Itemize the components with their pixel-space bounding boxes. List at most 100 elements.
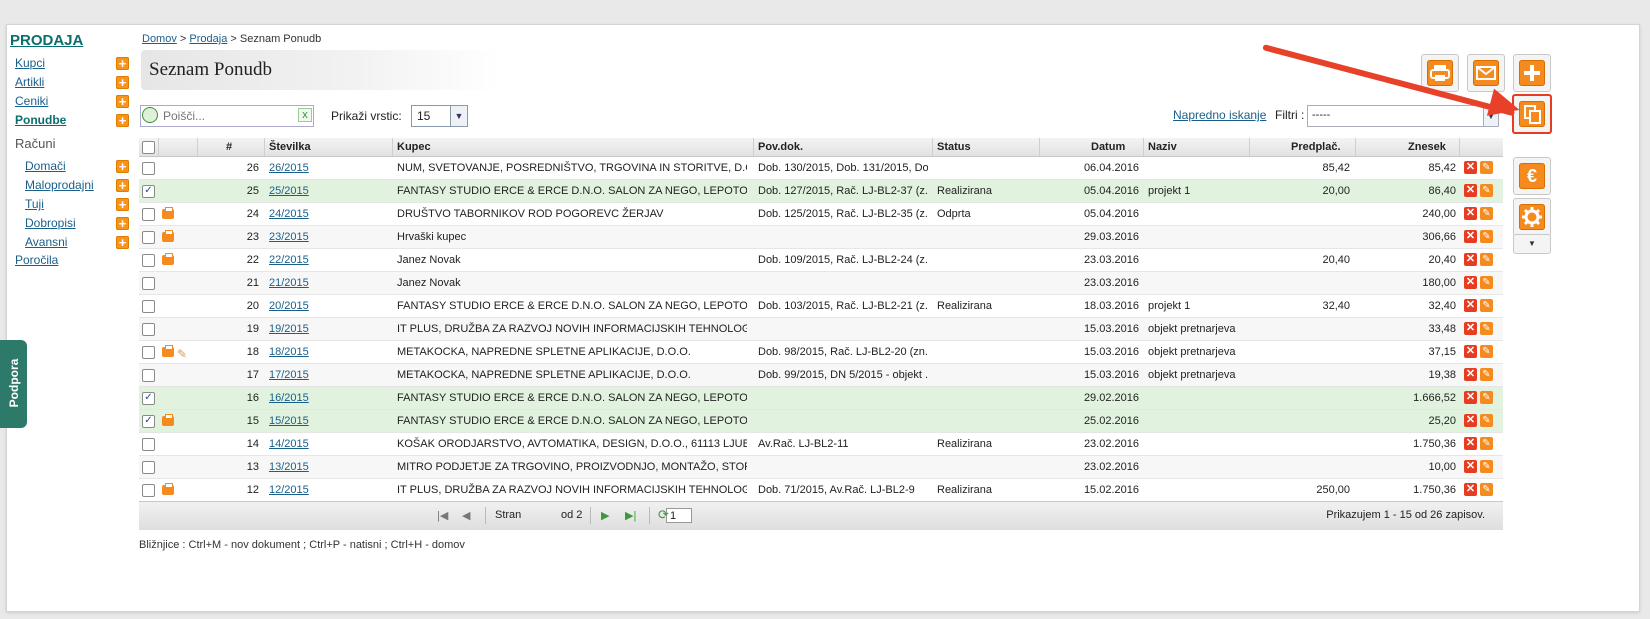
- clear-search-icon[interactable]: x: [298, 108, 312, 122]
- delete-icon[interactable]: ✕: [1464, 414, 1477, 427]
- cell-stevilka[interactable]: 24/2015: [269, 203, 389, 225]
- cell-stevilka[interactable]: 14/2015: [269, 433, 389, 455]
- table-row[interactable]: 14 14/2015 KOŠAK ORODJARSTVO, AVTOMATIKA, …: [139, 433, 1503, 456]
- edit-icon[interactable]: ✎: [1480, 161, 1493, 174]
- add-kupci-icon[interactable]: +: [116, 57, 129, 70]
- cell-stevilka[interactable]: 25/2015: [269, 180, 389, 202]
- search-input[interactable]: [161, 107, 295, 125]
- delete-icon[interactable]: ✕: [1464, 437, 1477, 450]
- delete-icon[interactable]: ✕: [1464, 368, 1477, 381]
- cell-stevilka[interactable]: 21/2015: [269, 272, 389, 294]
- cell-stevilka[interactable]: 26/2015: [269, 157, 389, 179]
- sidebar-item-kupci[interactable]: Kupci: [15, 54, 45, 72]
- col-znesek[interactable]: Znesek: [1408, 141, 1446, 153]
- edit-icon[interactable]: ✎: [1480, 230, 1493, 243]
- add-ceniki-icon[interactable]: +: [116, 95, 129, 108]
- cell-stevilka[interactable]: 13/2015: [269, 456, 389, 478]
- last-page-icon[interactable]: ▶|: [625, 509, 636, 522]
- add-domaci-icon[interactable]: +: [116, 160, 129, 173]
- col-povdok[interactable]: Pov.dok.: [758, 141, 803, 153]
- breadcrumb-prodaja[interactable]: Prodaja: [189, 33, 227, 45]
- sidebar-item-maloprodajni[interactable]: Maloprodajni: [25, 176, 94, 194]
- col-kupec[interactable]: Kupec: [397, 141, 431, 153]
- search-icon[interactable]: [142, 107, 158, 123]
- edit-icon[interactable]: ✎: [1480, 391, 1493, 404]
- sidebar-item-dobropisi[interactable]: Dobropisi: [25, 214, 76, 232]
- delete-icon[interactable]: ✕: [1464, 299, 1477, 312]
- email-button[interactable]: [1467, 54, 1505, 92]
- sidebar-item-artikli[interactable]: Artikli: [15, 73, 44, 91]
- edit-icon[interactable]: ✎: [1480, 253, 1493, 266]
- delete-icon[interactable]: ✕: [1464, 230, 1477, 243]
- col-datum[interactable]: Datum: [1091, 141, 1125, 153]
- sidebar-item-avansni[interactable]: Avansni: [25, 233, 67, 251]
- edit-icon[interactable]: ✎: [1480, 460, 1493, 473]
- col-naziv[interactable]: Naziv: [1148, 141, 1177, 153]
- table-row[interactable]: 22 22/2015 Janez Novak Dob. 109/2015, Rač. …: [139, 249, 1503, 272]
- delete-icon[interactable]: ✕: [1464, 322, 1477, 335]
- delete-icon[interactable]: ✕: [1464, 161, 1477, 174]
- sidebar-item-domaci[interactable]: Domači: [25, 157, 66, 175]
- advanced-search-link[interactable]: Napredno iskanje: [1173, 108, 1266, 122]
- table-row[interactable]: 13 13/2015 MITRO PODJETJE ZA TRGOVINO, PRO…: [139, 456, 1503, 479]
- add-ponudbe-icon[interactable]: +: [116, 114, 129, 127]
- edit-icon[interactable]: ✎: [1480, 207, 1493, 220]
- table-row[interactable]: 23 23/2015 Hrvaški kupec 29.03.2016 306,66 ✕ ✎: [139, 226, 1503, 249]
- chevron-down-icon[interactable]: ▼: [450, 106, 467, 126]
- edit-icon[interactable]: ✎: [1480, 414, 1493, 427]
- cell-stevilka[interactable]: 16/2015: [269, 387, 389, 409]
- add-maloprodajni-icon[interactable]: +: [116, 179, 129, 192]
- col-predplac[interactable]: Predplač.: [1291, 141, 1341, 153]
- col-status[interactable]: Status: [937, 141, 971, 153]
- edit-icon[interactable]: ✎: [1480, 299, 1493, 312]
- edit-icon[interactable]: ✎: [1480, 345, 1493, 358]
- table-row[interactable]: 26 26/2015 NUM, SVETOVANJE, POSREDNIŠTVO, …: [139, 157, 1503, 180]
- cell-stevilka[interactable]: 15/2015: [269, 410, 389, 432]
- delete-icon[interactable]: ✕: [1464, 184, 1477, 197]
- add-tuji-icon[interactable]: +: [116, 198, 129, 211]
- cell-stevilka[interactable]: 20/2015: [269, 295, 389, 317]
- delete-icon[interactable]: ✕: [1464, 345, 1477, 358]
- table-row[interactable]: 12 12/2015 IT PLUS, DRUŽBA ZA RAZVOJ NOVIH…: [139, 479, 1503, 502]
- table-row[interactable]: 17 17/2015 METAKOCKA, NAPREDNE SPLETNE APL…: [139, 364, 1503, 387]
- table-row[interactable]: ✓ 25 25/2015 FANTASY STUDIO ERCE & ERCE D.N…: [139, 180, 1503, 203]
- edit-icon[interactable]: ✎: [1480, 276, 1493, 289]
- delete-icon[interactable]: ✕: [1464, 391, 1477, 404]
- settings-button[interactable]: [1513, 198, 1551, 236]
- table-row[interactable]: ✎ 18 18/2015 METAKOCKA, NAPREDNE SPLETNE AP…: [139, 341, 1503, 364]
- table-row[interactable]: 21 21/2015 Janez Novak 23.03.2016 180,00 ✕ ✎: [139, 272, 1503, 295]
- table-row[interactable]: ✓ 15 15/2015 FANTASY STUDIO ERCE & ERCE D.N…: [139, 410, 1503, 433]
- delete-icon[interactable]: ✕: [1464, 483, 1477, 496]
- sidebar-title[interactable]: PRODAJA: [10, 32, 83, 49]
- edit-icon[interactable]: ✎: [1480, 437, 1493, 450]
- table-row[interactable]: ✓ 16 16/2015 FANTASY STUDIO ERCE & ERCE D.N…: [139, 387, 1503, 410]
- refresh-icon[interactable]: ⟳: [658, 507, 669, 523]
- edit-icon[interactable]: ✎: [1480, 184, 1493, 197]
- delete-icon[interactable]: ✕: [1464, 207, 1477, 220]
- cell-stevilka[interactable]: 22/2015: [269, 249, 389, 271]
- edit-icon[interactable]: ✎: [1480, 322, 1493, 335]
- next-page-icon[interactable]: ▶: [601, 509, 609, 522]
- add-dobropisi-icon[interactable]: +: [116, 217, 129, 230]
- breadcrumb-home[interactable]: Domov: [142, 33, 177, 45]
- table-row[interactable]: 20 20/2015 FANTASY STUDIO ERCE & ERCE D.N.…: [139, 295, 1503, 318]
- sidebar-item-ceniki[interactable]: Ceniki: [15, 92, 48, 110]
- sidebar-item-ponudbe[interactable]: Ponudbe: [15, 111, 66, 129]
- edit-icon[interactable]: ✎: [1480, 368, 1493, 381]
- filter-select[interactable]: ----- ▼: [1307, 105, 1499, 127]
- sidebar-item-tuji[interactable]: Tuji: [25, 195, 44, 213]
- select-all-checkbox[interactable]: [142, 141, 155, 154]
- delete-icon[interactable]: ✕: [1464, 253, 1477, 266]
- settings-dropdown-icon[interactable]: ▼: [1513, 234, 1551, 254]
- payment-button[interactable]: €: [1513, 157, 1551, 195]
- add-avansni-icon[interactable]: +: [116, 236, 129, 249]
- delete-icon[interactable]: ✕: [1464, 460, 1477, 473]
- col-num[interactable]: #: [226, 141, 232, 153]
- cell-stevilka[interactable]: 23/2015: [269, 226, 389, 248]
- prev-page-icon[interactable]: ◀: [462, 509, 470, 522]
- table-row[interactable]: 24 24/2015 DRUŠTVO TABORNIKOV ROD POGOREVC…: [139, 203, 1503, 226]
- delete-icon[interactable]: ✕: [1464, 276, 1477, 289]
- sidebar-item-porocila[interactable]: Poročila: [15, 251, 58, 269]
- col-stevilka[interactable]: Številka: [269, 141, 311, 153]
- support-tab[interactable]: Podpora: [0, 340, 27, 428]
